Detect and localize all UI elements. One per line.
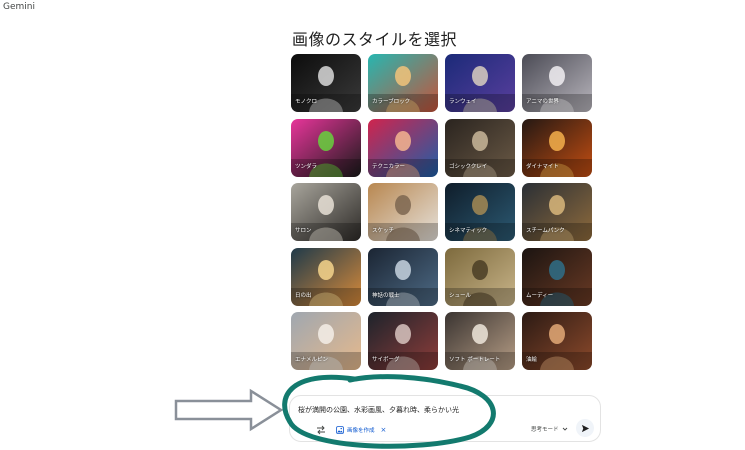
style-tile[interactable]: ツンダラ	[291, 118, 361, 177]
style-label: モノクロ	[295, 99, 318, 105]
style-tile[interactable]: ムーディー	[522, 247, 592, 306]
style-label: スケッチ	[372, 228, 395, 234]
style-tile[interactable]: シュール	[445, 247, 515, 306]
style-grid: モノクロ カラーブロック ランウェイ アニマの世界ツンダラ テクニカラー ゴシッククレイ ダ…	[291, 54, 593, 370]
style-label: スチームパンク	[526, 228, 565, 234]
style-label: 神話の戦士	[372, 292, 400, 299]
send-icon	[581, 424, 589, 432]
style-label: ランウェイ	[449, 99, 477, 105]
chip-close-icon[interactable]: ×	[381, 426, 387, 434]
style-label: エナメルピン	[295, 357, 329, 363]
style-tile[interactable]: ゴシッククレイ	[445, 118, 515, 177]
tools-icon[interactable]	[316, 425, 326, 435]
style-tile[interactable]: スケッチ	[368, 183, 438, 241]
style-label: シュール	[449, 292, 472, 299]
image-icon	[336, 426, 344, 434]
gallery-heading: 画像のスタイルを選択	[292, 30, 458, 49]
style-tile[interactable]: サイボーグ	[368, 312, 438, 370]
style-tile[interactable]: カラーブロック	[368, 54, 438, 112]
annotation-arrow	[174, 388, 284, 432]
app-title: Gemini	[3, 2, 35, 12]
style-tile[interactable]: ダイナマイト	[522, 118, 592, 177]
style-tile[interactable]: モノクロ	[291, 54, 361, 112]
style-tile[interactable]: ソフト ポートレート	[445, 312, 515, 370]
style-label: ダイナマイト	[526, 163, 559, 170]
style-label: 日の出	[295, 292, 312, 299]
chevron-down-icon	[562, 427, 567, 431]
style-label: シネマティック	[449, 228, 488, 234]
prompt-text[interactable]: 桜が満開の公園、水彩画風、夕暮れ時、柔らかい光	[298, 405, 459, 415]
style-tile[interactable]: 油絵	[522, 312, 592, 370]
style-label: 油絵	[526, 357, 538, 363]
style-tile[interactable]: アニマの世界	[522, 54, 592, 112]
style-tile[interactable]: ランウェイ	[445, 54, 515, 112]
style-label: ゴシッククレイ	[449, 163, 488, 170]
create-image-chip[interactable]: 画像を作成 ×	[336, 424, 386, 436]
style-label: サイボーグ	[372, 357, 400, 363]
style-label: カラーブロック	[372, 99, 411, 105]
create-image-label: 画像を作成	[347, 428, 375, 434]
style-tile[interactable]: テクニカラー	[368, 118, 438, 177]
style-label: ムーディー	[526, 292, 554, 299]
style-label: ソフト ポートレート	[449, 357, 501, 363]
style-tile[interactable]: 神話の戦士	[368, 247, 438, 306]
style-label: アニマの世界	[526, 99, 559, 105]
style-tile[interactable]: 日の出	[291, 247, 361, 306]
mode-label: 思考モード	[531, 427, 559, 433]
style-tile[interactable]: スチームパンク	[522, 183, 592, 241]
style-label: ツンダラ	[295, 163, 318, 170]
send-button[interactable]	[576, 419, 594, 437]
style-label: テクニカラー	[372, 163, 406, 170]
style-tile[interactable]: シネマティック	[445, 183, 515, 241]
mode-select[interactable]: 思考モード	[531, 424, 568, 434]
style-tile[interactable]: エナメルピン	[291, 312, 361, 370]
style-label: サロン	[295, 228, 312, 234]
style-tile[interactable]: サロン	[291, 183, 361, 241]
